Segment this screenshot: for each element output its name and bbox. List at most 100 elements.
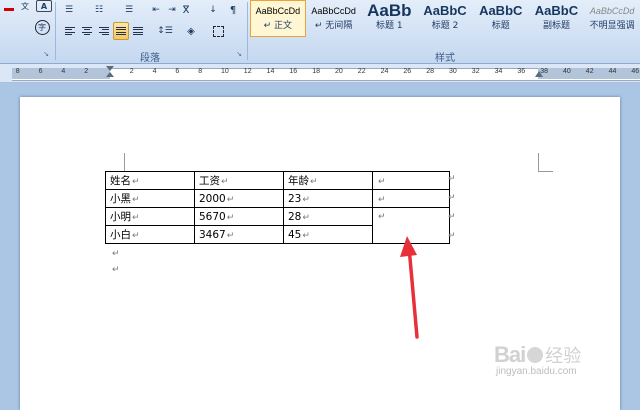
watermark-brand: Bai bbox=[494, 342, 526, 367]
align-center-icon bbox=[82, 25, 92, 37]
ruler-number: 16 bbox=[289, 68, 298, 75]
paragraph-dialog-launcher[interactable]: ↘ bbox=[235, 50, 243, 58]
numbering-icon: ☷ bbox=[94, 5, 104, 15]
line-spacing-button[interactable]: ↕☰ bbox=[153, 22, 177, 40]
ruler-number: 40 bbox=[563, 68, 571, 75]
style-item[interactable]: AaBbCcDd 不明显强调 bbox=[584, 0, 640, 37]
ruler-number: 18 bbox=[312, 68, 320, 75]
ruler-number: 30 bbox=[449, 68, 457, 75]
enclose-char-button[interactable]: 字 bbox=[33, 18, 51, 36]
ruler-number: 4 bbox=[152, 68, 157, 75]
styles-group-label: 样式 bbox=[435, 53, 455, 64]
ruler-number: 46 bbox=[631, 68, 640, 75]
align-left-icon bbox=[65, 25, 75, 37]
hanging-indent-icon bbox=[106, 72, 114, 77]
style-name: 不明显强调 bbox=[589, 21, 635, 31]
ruler-number: 20 bbox=[335, 68, 343, 75]
multilevel-list-icon: ☰ bbox=[124, 5, 134, 15]
style-preview: AaBbC bbox=[479, 3, 523, 18]
font-color-button[interactable] bbox=[2, 0, 16, 12]
justify-button[interactable] bbox=[113, 22, 129, 40]
style-name: 标题 bbox=[491, 21, 510, 31]
increase-indent-icon: ⇥ bbox=[168, 5, 176, 15]
ruler-number: 12 bbox=[243, 68, 252, 75]
line-spacing-icon: ↕☰ bbox=[157, 26, 173, 36]
justify-icon bbox=[116, 25, 126, 37]
ribbon: 文 A 字 ☰ ☷ ☰ ⇤ ⇥ ⴳ ↓ ¶ ↕☰ ◈ 段落 ↘ ↘ AaBbCc… bbox=[0, 0, 640, 64]
style-preview: AaBb bbox=[367, 1, 412, 20]
decrease-indent-button[interactable]: ⇤ bbox=[148, 1, 164, 19]
style-preview: AaBbCcDd bbox=[255, 6, 301, 16]
style-item[interactable]: AaBbCcDd ↵ 正文 bbox=[250, 0, 306, 37]
ruler-number: 10 bbox=[221, 68, 229, 75]
ruler-number: 42 bbox=[585, 68, 594, 75]
style-preview: AaBbCcDd bbox=[589, 6, 635, 16]
style-preview: AaBbCcDd bbox=[311, 6, 356, 16]
numbering-button[interactable]: ☷ bbox=[88, 1, 110, 19]
ruler-number: 26 bbox=[403, 68, 412, 75]
ruler-number: 22 bbox=[357, 68, 366, 75]
chinese-layout-button[interactable]: ⴳ bbox=[177, 1, 195, 19]
shading-button[interactable]: ◈ bbox=[180, 22, 202, 40]
ruler-number: 44 bbox=[608, 68, 617, 75]
style-item[interactable]: AaBbCcDd ↵ 无间隔 bbox=[306, 0, 362, 37]
ruler-number: 6 bbox=[175, 68, 180, 75]
align-center-button[interactable] bbox=[79, 22, 95, 40]
distributed-button[interactable] bbox=[130, 22, 146, 40]
chinese-layout-icon: ⴳ bbox=[182, 4, 190, 16]
paragraph-group-label: 段落 bbox=[140, 53, 160, 64]
char-border-icon: A bbox=[40, 1, 48, 11]
borders-button[interactable] bbox=[206, 22, 230, 40]
style-item[interactable]: AaBbC 标题 bbox=[473, 0, 529, 37]
align-right-icon bbox=[99, 25, 109, 37]
ruler-number: 14 bbox=[266, 68, 275, 75]
style-name: ↵ 无间隔 bbox=[314, 21, 353, 31]
show-marks-button[interactable]: ¶ bbox=[224, 1, 242, 19]
ruler-number: 8 bbox=[198, 68, 203, 75]
shading-icon: ◈ bbox=[187, 25, 195, 37]
multilevel-list-button[interactable]: ☰ bbox=[118, 1, 140, 19]
ruler-number: 2 bbox=[129, 68, 134, 75]
ruler-number: 36 bbox=[517, 68, 526, 75]
char-border-button[interactable]: A bbox=[36, 0, 52, 12]
style-name: 标题 2 bbox=[431, 21, 459, 31]
sort-button[interactable]: ↓ bbox=[204, 1, 222, 19]
ruler-number: 8 bbox=[15, 68, 20, 75]
baidu-watermark: Bai 经验 jingyan.baidu.com bbox=[494, 342, 581, 377]
phonetic-icon: 文 bbox=[21, 1, 29, 11]
ruler-number: 32 bbox=[471, 68, 480, 75]
style-item[interactable]: AaBbC 副标题 bbox=[529, 0, 585, 37]
style-name: 标题 1 bbox=[376, 21, 403, 31]
watermark-brand-suffix: 经验 bbox=[545, 346, 582, 367]
decrease-indent-icon: ⇤ bbox=[152, 5, 160, 15]
pilcrow-icon: ¶ bbox=[229, 4, 237, 16]
ruler-number: 34 bbox=[494, 68, 503, 75]
borders-icon bbox=[212, 25, 224, 37]
ruler-number: 2 bbox=[84, 68, 89, 75]
bullets-icon: ☰ bbox=[64, 5, 74, 15]
align-right-button[interactable] bbox=[96, 22, 112, 40]
sort-icon: ↓ bbox=[209, 5, 217, 15]
font-dialog-launcher[interactable]: ↘ bbox=[42, 50, 50, 58]
bullets-button[interactable]: ☰ bbox=[58, 1, 80, 19]
ruler-number: 24 bbox=[380, 68, 389, 75]
indent-marker[interactable] bbox=[106, 66, 114, 80]
style-preview: AaBbC bbox=[423, 3, 467, 18]
style-preview: AaBbC bbox=[534, 3, 579, 18]
enclose-char-icon: 字 bbox=[34, 19, 50, 35]
ruler-number: 6 bbox=[38, 68, 43, 75]
align-left-button[interactable] bbox=[62, 22, 78, 40]
style-item[interactable]: AaBb 标题 1 bbox=[361, 0, 417, 37]
group-separator-2 bbox=[247, 2, 248, 60]
style-name: ↵ 正文 bbox=[263, 21, 293, 31]
paw-icon bbox=[527, 347, 544, 363]
font-color-icon bbox=[4, 7, 14, 11]
ruler-number: 28 bbox=[426, 68, 434, 75]
phonetic-guide-button[interactable]: 文 bbox=[17, 0, 33, 12]
ruler-number: 4 bbox=[61, 68, 66, 75]
ruler-number: 38 bbox=[540, 68, 548, 75]
first-line-indent-icon bbox=[106, 66, 114, 71]
style-item[interactable]: AaBbC 标题 2 bbox=[417, 0, 473, 37]
horizontal-ruler[interactable]: 8 6 4 2 2 4 6 8 10 12 14 16 18 20 22 24 26 28 30 32 34 36 38 40… bbox=[0, 64, 640, 83]
distributed-icon bbox=[133, 25, 143, 37]
